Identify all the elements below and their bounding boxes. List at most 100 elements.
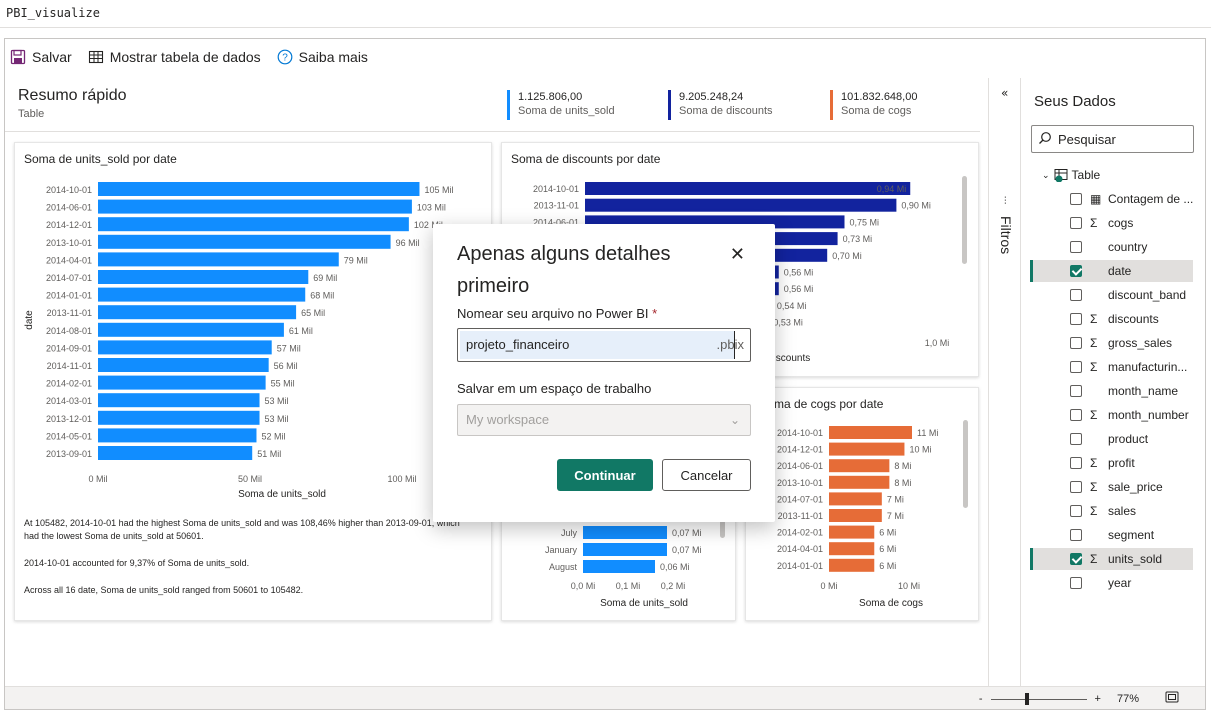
help-icon: ? xyxy=(277,49,293,65)
field-checkbox[interactable] xyxy=(1070,385,1082,397)
field-checkbox[interactable] xyxy=(1070,505,1082,517)
table-icon xyxy=(88,49,104,65)
field-item[interactable]: month_name xyxy=(1030,380,1193,402)
bar xyxy=(583,560,655,573)
field-item[interactable]: ▦ Contagem de ... xyxy=(1030,188,1193,210)
field-checkbox[interactable] xyxy=(1070,529,1082,541)
save-button[interactable]: Salvar xyxy=(10,49,72,65)
category-label: 2013-11-01 xyxy=(47,308,92,318)
field-checkbox[interactable] xyxy=(1070,577,1082,589)
scrollbar[interactable] xyxy=(963,420,968,508)
field-checkbox[interactable] xyxy=(1070,265,1082,277)
file-name-input[interactable]: projeto_financeiro .pbix xyxy=(457,328,751,362)
narrative-2: 2014-10-01 accounted for 9,37% of Soma d… xyxy=(24,558,250,568)
field-checkbox[interactable] xyxy=(1070,337,1082,349)
field-item[interactable]: Σgross_sales xyxy=(1030,332,1193,354)
field-checkbox[interactable] xyxy=(1070,361,1082,373)
category-label: 2014-12-01 xyxy=(777,445,823,455)
zoom-in-button[interactable]: + xyxy=(1095,693,1101,705)
field-checkbox[interactable] xyxy=(1070,481,1082,493)
scrollbar[interactable] xyxy=(720,520,725,538)
data-label: 53 Mil xyxy=(265,396,289,406)
zoom-out-button[interactable]: - xyxy=(979,693,983,705)
category-label: 2014-10-01 xyxy=(777,428,823,438)
data-label: 52 Mil xyxy=(261,431,285,441)
field-item[interactable]: Σcogs xyxy=(1030,212,1193,234)
field-item[interactable]: Σprofit xyxy=(1030,452,1193,474)
field-item[interactable]: date xyxy=(1030,260,1193,282)
category-label: 2014-06-01 xyxy=(46,203,92,213)
field-checkbox[interactable] xyxy=(1070,217,1082,229)
bar xyxy=(98,287,306,302)
zoom-slider[interactable] xyxy=(990,692,1087,705)
field-checkbox[interactable] xyxy=(1070,553,1082,565)
learn-more-button[interactable]: ? Saiba mais xyxy=(277,49,368,65)
cancel-button[interactable]: Cancelar xyxy=(662,459,751,491)
field-item[interactable]: year xyxy=(1030,572,1193,594)
field-item[interactable]: Σdiscounts xyxy=(1030,308,1193,330)
search-input[interactable]: Pesquisar xyxy=(1031,125,1194,153)
field-item[interactable]: country xyxy=(1030,236,1193,258)
bar xyxy=(585,182,911,195)
field-checkbox[interactable] xyxy=(1070,313,1082,325)
data-label: 103 Mil xyxy=(417,203,446,213)
field-item[interactable]: segment xyxy=(1030,524,1193,546)
bar xyxy=(98,322,284,337)
bar xyxy=(829,542,875,556)
data-label: 0,06 Mi xyxy=(660,562,690,572)
show-data-table-label: Mostrar tabela de dados xyxy=(109,49,261,65)
category-label: 2013-12-01 xyxy=(46,414,92,424)
field-name: sale_price xyxy=(1108,480,1163,494)
field-checkbox[interactable] xyxy=(1070,241,1082,253)
kpi-value: 1.125.806,00 xyxy=(518,91,583,103)
bar xyxy=(98,410,260,425)
field-checkbox[interactable] xyxy=(1070,457,1082,469)
bar xyxy=(829,558,875,572)
file-extension: .pbix xyxy=(716,337,744,352)
field-item[interactable]: Σmanufacturin... xyxy=(1030,356,1193,378)
field-item[interactable]: Σsale_price xyxy=(1030,476,1193,498)
collapse-chevron-icon[interactable]: « xyxy=(1001,86,1008,100)
field-name: sales xyxy=(1108,504,1137,518)
bar xyxy=(98,252,339,267)
chart-title: ma de cogs por date xyxy=(774,397,884,411)
data-label: 0,54 Mi xyxy=(777,301,807,311)
bar xyxy=(583,543,667,556)
tick-label: 0,2 Mi xyxy=(661,581,686,591)
data-label: 69 Mil xyxy=(313,273,337,283)
field-name: month_number xyxy=(1108,408,1189,422)
table-node[interactable]: ⌄ Table xyxy=(1042,168,1100,183)
field-checkbox[interactable] xyxy=(1070,193,1082,205)
narrative-1: At 105482, 2014-10-01 had the highest So… xyxy=(24,518,460,541)
field-item[interactable]: product xyxy=(1030,428,1193,450)
chart-title: Soma de units_sold por date xyxy=(24,152,177,166)
category-label: 2014-09-01 xyxy=(46,343,92,353)
fit-to-page-icon[interactable] xyxy=(1165,691,1179,706)
field-item[interactable]: discount_band xyxy=(1030,284,1193,306)
field-item[interactable]: Σsales xyxy=(1030,500,1193,522)
category-label: 2013-11-01 xyxy=(778,511,823,521)
filters-pane[interactable]: « ⫶ Filtros xyxy=(988,78,1021,686)
workspace-label: Salvar em um espaço de trabalho xyxy=(457,381,652,396)
data-label: 6 Mi xyxy=(879,561,896,571)
data-label: 10 Mi xyxy=(909,445,931,455)
field-checkbox[interactable] xyxy=(1070,433,1082,445)
data-label: 0,56 Mi xyxy=(784,268,814,278)
field-checkbox[interactable] xyxy=(1070,289,1082,301)
field-checkbox[interactable] xyxy=(1070,409,1082,421)
kpi-value: 9.205.248,24 xyxy=(679,91,744,103)
window-title: PBI_visualize xyxy=(6,6,100,20)
file-name-label-text: Nomear seu arquivo no Power BI xyxy=(457,306,649,321)
x-axis-title: scounts xyxy=(776,353,810,364)
scrollbar[interactable] xyxy=(962,176,967,264)
bar xyxy=(829,492,882,506)
svg-text:?: ? xyxy=(282,53,288,64)
close-icon[interactable]: ✕ xyxy=(730,244,745,265)
continue-button[interactable]: Continuar xyxy=(557,459,653,491)
workspace-select[interactable]: My workspace ⌄ xyxy=(457,404,751,436)
field-item[interactable]: Σunits_sold xyxy=(1030,548,1193,570)
zoom-thumb[interactable] xyxy=(1025,692,1030,705)
data-label: 0,75 Mi xyxy=(850,217,880,227)
field-item[interactable]: Σmonth_number xyxy=(1030,404,1193,426)
show-data-table-button[interactable]: Mostrar tabela de dados xyxy=(88,49,261,65)
